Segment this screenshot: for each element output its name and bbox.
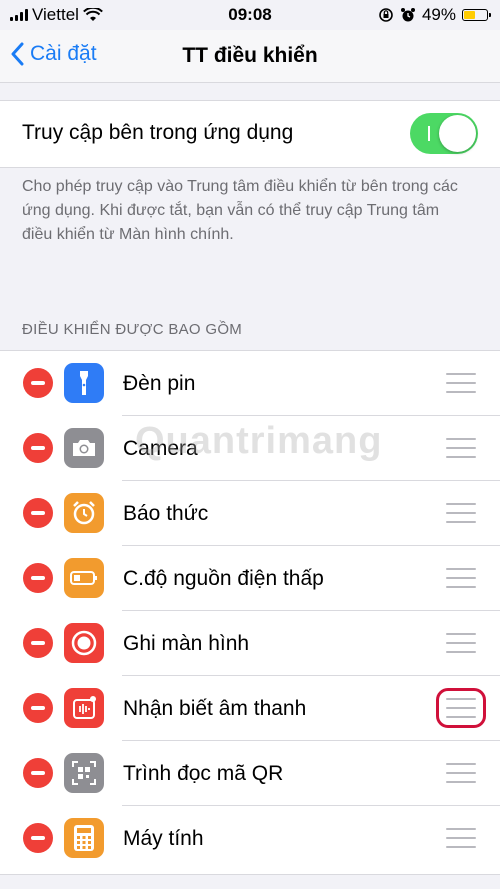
- alarm-icon: [64, 493, 104, 533]
- remove-button[interactable]: [23, 563, 53, 593]
- list-item-label: Nhận biết âm thanh: [123, 697, 307, 720]
- access-toggle-row: Truy cập bên trong ứng dụng: [0, 100, 500, 168]
- remove-button[interactable]: [23, 758, 53, 788]
- reorder-handle-highlighted[interactable]: [436, 688, 486, 728]
- list-item-label: Trình đọc mã QR: [123, 762, 284, 785]
- list-item-label: Đèn pin: [123, 372, 196, 395]
- list-item: Đèn pin: [0, 351, 500, 416]
- remove-button[interactable]: [23, 368, 53, 398]
- watermark: Quantrimang: [135, 420, 383, 462]
- list-item: Ghi màn hình: [0, 611, 500, 676]
- qr-code-icon: [64, 753, 104, 793]
- included-section-header: ĐIỀU KHIỂN ĐƯỢC BAO GỒM: [22, 321, 243, 338]
- camera-icon: [64, 428, 104, 468]
- reorder-handle[interactable]: [446, 828, 476, 848]
- list-item-label: Ghi màn hình: [123, 632, 250, 655]
- status-bar: Viettel 09:08 49%: [0, 0, 500, 30]
- battery-icon: [462, 9, 491, 21]
- alarm-status-icon: [400, 8, 415, 22]
- calculator-icon: [64, 818, 104, 858]
- reorder-handle[interactable]: [446, 438, 476, 458]
- screen-record-icon: [64, 623, 104, 663]
- battery-percent: 49%: [421, 5, 456, 24]
- flashlight-icon: [64, 363, 104, 403]
- list-item-label: Máy tính: [123, 827, 204, 850]
- list-item: Báo thức: [0, 481, 500, 546]
- reorder-handle[interactable]: [446, 503, 476, 523]
- status-right: 49%: [378, 5, 491, 25]
- remove-button[interactable]: [23, 498, 53, 528]
- access-toggle-label: Truy cập bên trong ứng dụng: [22, 121, 294, 144]
- reorder-handle[interactable]: [446, 568, 476, 588]
- list-item: Trình đọc mã QR: [0, 741, 500, 806]
- orientation-lock-icon: [379, 8, 393, 22]
- reorder-handle[interactable]: [446, 763, 476, 783]
- list-item: C.độ nguồn điện thấp: [0, 546, 500, 611]
- toggle-knob: [439, 115, 476, 152]
- reorder-handle[interactable]: [446, 373, 476, 393]
- access-footnote: Cho phép truy cập vào Trung tâm điều khi…: [22, 178, 458, 243]
- low-power-icon: [64, 558, 104, 598]
- remove-button[interactable]: [23, 693, 53, 723]
- list-item-label: C.độ nguồn điện thấp: [123, 567, 324, 590]
- nav-bar: Cài đặt TT điều khiển: [0, 30, 500, 83]
- access-toggle-switch[interactable]: [410, 113, 478, 154]
- list-item-label: Báo thức: [123, 502, 209, 525]
- remove-button[interactable]: [23, 628, 53, 658]
- page-title: TT điều khiển: [182, 44, 318, 67]
- sound-recognition-icon: [64, 688, 104, 728]
- toggle-on-mark: [428, 126, 430, 141]
- list-item: Nhận biết âm thanh: [0, 676, 500, 741]
- remove-button[interactable]: [23, 823, 53, 853]
- remove-button[interactable]: [23, 433, 53, 463]
- list-item: Máy tính: [0, 806, 500, 871]
- reorder-handle[interactable]: [446, 633, 476, 653]
